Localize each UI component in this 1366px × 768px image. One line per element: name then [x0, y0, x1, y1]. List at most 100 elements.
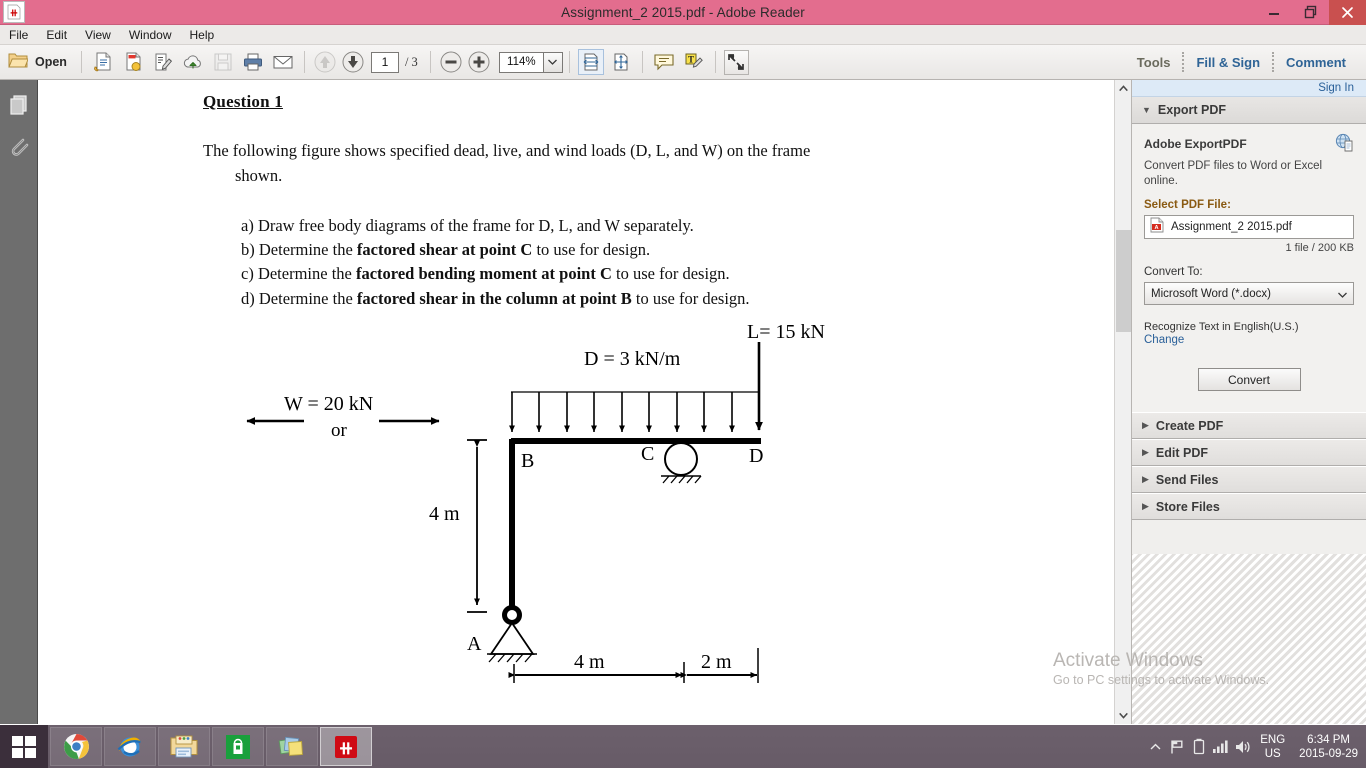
selected-file-box[interactable]: A Assignment_2 2015.pdf — [1144, 215, 1354, 239]
fit-page-icon[interactable] — [608, 49, 634, 75]
highlight-text-icon[interactable]: T — [681, 49, 707, 75]
list-item: c) Determine the factored bending moment… — [241, 262, 1033, 286]
windows-store-icon[interactable] — [212, 727, 264, 766]
window-title: Assignment_2 2015.pdf - Adobe Reader — [561, 4, 805, 20]
toolbar-separator — [80, 51, 82, 73]
file-explorer-icon[interactable] — [158, 727, 210, 766]
accordion-store-files[interactable]: ▶ Store Files — [1132, 493, 1366, 520]
language-line-2: US — [1264, 747, 1281, 760]
pin-support-triangle — [489, 621, 535, 655]
frame-diagram-svg: L= 15 kN D = 3 kN/m B C D A W = 20 kN or… — [246, 321, 825, 683]
menu-edit[interactable]: Edit — [37, 25, 76, 45]
attachments-icon[interactable] — [6, 134, 32, 160]
zoom-dropdown-button[interactable] — [542, 51, 563, 73]
page-thumbnails-icon[interactable] — [6, 92, 32, 118]
fullscreen-icon[interactable] — [723, 49, 749, 75]
scroll-up-button[interactable] — [1115, 80, 1132, 97]
live-load-label: L= 15 kN — [747, 321, 825, 343]
menu-help[interactable]: Help — [181, 25, 224, 45]
action-center-flag-icon[interactable] — [1166, 725, 1188, 768]
question-heading: Question 1 — [203, 92, 283, 111]
convert-to-select[interactable]: Microsoft Word (*.docx) — [1144, 282, 1354, 305]
open-button[interactable]: Open — [0, 48, 75, 76]
windows-start-icon[interactable] — [0, 725, 48, 768]
span-label-2: 2 m — [701, 651, 732, 673]
show-hidden-icons-icon[interactable] — [1144, 725, 1166, 768]
accordion-create-pdf[interactable]: ▶ Create PDF — [1132, 412, 1366, 439]
toolbar-separator — [641, 51, 643, 73]
volume-icon[interactable] — [1232, 725, 1254, 768]
triangle-right-icon: ▶ — [1142, 420, 1149, 430]
pin-hatching — [488, 653, 533, 663]
page-number-input[interactable]: 1 — [370, 51, 399, 73]
network-signal-icon[interactable] — [1210, 725, 1232, 768]
height-dimension-label: 4 m — [429, 503, 460, 525]
sign-in-link[interactable]: Sign In — [1318, 82, 1354, 94]
cloud-upload-icon[interactable] — [180, 49, 206, 75]
previous-page-button[interactable] — [313, 50, 337, 74]
product-title: Adobe ExportPDF — [1144, 137, 1247, 151]
menu-window[interactable]: Window — [120, 25, 181, 45]
save-icon — [210, 49, 236, 75]
node-label-a: A — [467, 633, 482, 655]
menu-file[interactable]: File — [0, 25, 37, 45]
toolbar-separator — [568, 51, 570, 73]
document-scrollbar[interactable] — [1114, 80, 1132, 724]
menu-bar: File Edit View Window Help — [0, 25, 1366, 45]
svg-text:⧺: ⧺ — [338, 738, 353, 758]
title-bar: ⧺ Assignment_2 2015.pdf - Adobe Reader — [0, 0, 1366, 25]
convert-to-label: Convert To: — [1144, 266, 1203, 278]
create-pdf-icon[interactable] — [90, 49, 116, 75]
system-tray: ENG US 6:34 PM 2015-09-29 — [1144, 725, 1366, 768]
adobe-reader-window: ⧺ Assignment_2 2015.pdf - Adobe Reader F — [0, 0, 1366, 768]
list-item: b) Determine the factored shear at point… — [241, 238, 1033, 262]
internet-explorer-icon[interactable] — [104, 727, 156, 766]
distributed-load-arrows — [509, 392, 735, 433]
convert-button[interactable]: Convert — [1197, 368, 1301, 391]
export-pdf-panel-header[interactable]: ▼ Export PDF — [1132, 97, 1366, 124]
triangle-down-icon: ▼ — [1142, 105, 1151, 115]
panel-empty-area — [1132, 554, 1366, 724]
accordion-edit-pdf[interactable]: ▶ Edit PDF — [1132, 439, 1366, 466]
convert-to-value: Microsoft Word (*.docx) — [1151, 287, 1271, 300]
change-language-link[interactable]: Change — [1144, 334, 1354, 346]
span-label-1: 4 m — [574, 651, 605, 673]
main-toolbar: Open 1 / 3 114% T Tools Fill & Sign Comm… — [0, 45, 1366, 80]
export-pdf-icon[interactable] — [120, 49, 146, 75]
list-item: d) Determine the factored shear in the c… — [241, 287, 1033, 311]
language-indicator[interactable]: ENG US — [1260, 733, 1285, 761]
fit-width-icon[interactable] — [577, 49, 604, 75]
intro-line-2: shown. — [235, 166, 283, 185]
battery-icon[interactable] — [1188, 725, 1210, 768]
item-text: c) Determine the — [241, 264, 356, 284]
zoom-level-input[interactable]: 114% — [498, 51, 543, 73]
accordion-send-files[interactable]: ▶ Send Files — [1132, 466, 1366, 493]
document-viewport[interactable]: Question 1 The following figure shows sp… — [39, 80, 1114, 724]
accordion-label: Send Files — [1155, 472, 1219, 487]
page-total-label: / 3 — [404, 54, 418, 69]
clock[interactable]: 6:34 PM 2015-09-29 — [1299, 733, 1358, 761]
question-subitems: a) Draw free body diagrams of the frame … — [241, 214, 1033, 311]
edit-pdf-icon[interactable] — [150, 49, 176, 75]
scrollbar-thumb[interactable] — [1116, 230, 1131, 332]
adobe-reader-icon[interactable]: ⧺ — [320, 727, 372, 766]
tools-button[interactable]: Tools — [1125, 55, 1183, 70]
triangle-right-icon: ▶ — [1142, 447, 1149, 457]
scroll-down-button[interactable] — [1115, 707, 1132, 724]
print-icon[interactable] — [240, 49, 266, 75]
roller-hatching — [662, 475, 702, 484]
menu-view[interactable]: View — [76, 25, 120, 45]
export-pdf-title: Export PDF — [1157, 103, 1226, 117]
fill-and-sign-button[interactable]: Fill & Sign — [1184, 55, 1272, 70]
chrome-icon[interactable] — [50, 727, 102, 766]
question-intro: The following figure shows specified dea… — [203, 138, 1033, 188]
item-bold: factored bending moment at point C — [355, 264, 612, 284]
next-page-button[interactable] — [341, 50, 365, 74]
email-icon[interactable] — [270, 49, 296, 75]
comment-bubble-icon[interactable] — [651, 49, 677, 75]
document-text: Question 1 The following figure shows sp… — [203, 92, 1033, 311]
zoom-out-button[interactable] — [439, 50, 463, 74]
zoom-in-button[interactable] — [467, 50, 491, 74]
sticky-notes-icon[interactable] — [266, 727, 318, 766]
comment-button[interactable]: Comment — [1274, 55, 1358, 70]
